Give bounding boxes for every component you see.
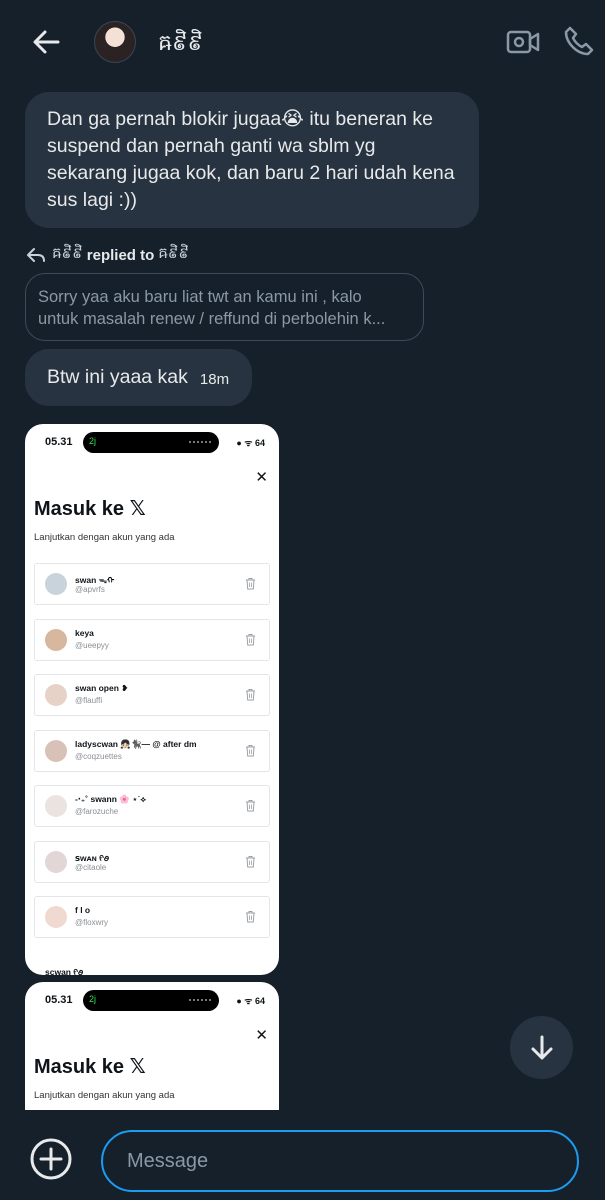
quoted-message[interactable]: Sorry yaa aku baru liat twt an kamu ini … [25, 273, 424, 341]
login-subtitle: Lanjutkan dengan akun yang ada [34, 532, 175, 543]
status-icons: ● ᯤ 64 [236, 996, 265, 1006]
account-avatar [45, 906, 67, 928]
account-name: -‧₊˚ swann 🌸 ⋆˙⟡ [75, 794, 146, 804]
status-icons: ● ᯤ 64 [236, 438, 265, 448]
conversation-header: ឝ៩ិ៩ិ [0, 0, 605, 84]
arrow-left-icon[interactable] [30, 26, 62, 58]
trash-icon [246, 855, 255, 867]
account-name-partial: scwan ᠻꪮ [45, 967, 84, 975]
account-row: ꜱᴡᴀɴ ᠻꪮ @citaole [34, 840, 270, 883]
quoted-line: untuk masalah renew / reffund di perbole… [38, 310, 386, 328]
account-handle: @apvrfs [75, 585, 105, 594]
account-avatar [45, 573, 67, 595]
login-title: Masuk ke 𝕏 [34, 498, 146, 520]
reply-sender: ឝ៩ិ៩ិ [52, 245, 83, 262]
status-time: 05.31 [45, 436, 73, 448]
close-icon: ✕ [255, 1027, 268, 1044]
account-handle: @coqzuettes [75, 751, 122, 761]
close-icon: ✕ [255, 469, 268, 486]
account-row: swan open ❥ @flauffi [34, 674, 270, 716]
plus-circle-icon[interactable] [29, 1137, 73, 1181]
message-composer [0, 1120, 605, 1200]
contact-name[interactable]: ឝ៩ិ៩ិ [158, 29, 203, 61]
reply-connector: replied to [86, 246, 155, 264]
message-timestamp: 18m [199, 371, 230, 388]
account-name: ladyscwan 👧🏻🐈‍⬛— @ after dm [75, 738, 197, 749]
account-row: swan ᯓᡣ @apvrfs [34, 563, 270, 605]
account-row: f l o @floxwry [34, 896, 270, 938]
trash-icon [246, 689, 255, 701]
status-time: 05.31 [45, 994, 73, 1006]
phone-icon[interactable] [562, 24, 596, 58]
account-name: keya [75, 627, 94, 638]
reply-indicator: ឝ៩ិ៩ិ replied to ឝ៩ិ៩ិ [26, 244, 189, 266]
trash-icon [246, 633, 255, 645]
message-bubble[interactable]: Btw ini yaaa kak 18m [25, 349, 252, 406]
trash-icon [246, 800, 255, 812]
scroll-to-bottom-button[interactable] [510, 1016, 573, 1079]
trash-icon [246, 911, 255, 923]
message-text: Btw ini yaaa kak [47, 366, 188, 388]
dynamic-island: 2j [83, 432, 219, 453]
account-name: f l o [75, 905, 91, 915]
account-handle: @flauffi [75, 696, 103, 705]
account-handle: @ueepyy [75, 640, 109, 650]
phone-status-bar: 05.31 2j ● ᯤ 64 [25, 982, 279, 1018]
account-name: swan open ❥ [75, 683, 129, 693]
message-bubble[interactable]: Dan ga pernah blokir jugaa😭 itu beneran … [25, 92, 479, 228]
reply-icon [27, 248, 45, 262]
account-handle: @floxwry [75, 918, 109, 927]
account-handle: @citaole [75, 862, 107, 872]
contact-avatar[interactable] [94, 21, 136, 63]
login-subtitle: Lanjutkan dengan akun yang ada [34, 1090, 175, 1101]
account-avatar [45, 850, 67, 873]
trash-icon [246, 744, 255, 756]
attached-image[interactable]: 05.31 2j ● ᯤ 64 ✕ Masuk ke 𝕏 Lanjutkan d… [25, 982, 279, 1110]
account-avatar [45, 795, 67, 817]
video-camera-icon[interactable] [505, 24, 541, 60]
call-indicator: 2j [89, 994, 97, 1004]
trash-icon [246, 578, 255, 590]
quoted-line: Sorry yaa aku baru liat twt an kamu ini … [38, 288, 362, 306]
account-handle: @farozuche [75, 807, 119, 816]
login-title: Masuk ke 𝕏 [34, 1056, 146, 1078]
reply-recipient: ឝ៩ិ៩ិ [158, 245, 190, 262]
island-dots [189, 441, 211, 443]
account-avatar [45, 739, 67, 762]
attached-image[interactable]: 05.31 2j ● ᯤ 64 ✕ Masuk ke 𝕏 Lanjutkan d… [25, 424, 279, 975]
phone-status-bar: 05.31 2j ● ᯤ 64 [25, 424, 279, 460]
call-indicator: 2j [89, 436, 97, 446]
dynamic-island: 2j [83, 990, 219, 1011]
account-name: swan ᯓᡣ [75, 575, 115, 585]
arrow-down-icon [531, 1035, 552, 1059]
account-row: keya @ueepyy [34, 618, 270, 661]
account-row: ladyscwan 👧🏻🐈‍⬛— @ after dm @coqzuettes [34, 729, 270, 772]
account-avatar [45, 684, 67, 706]
island-dots [189, 999, 211, 1001]
account-avatar [45, 628, 67, 651]
message-input[interactable] [101, 1130, 579, 1192]
account-row: -‧₊˚ swann 🌸 ⋆˙⟡ @farozuche [34, 785, 270, 827]
